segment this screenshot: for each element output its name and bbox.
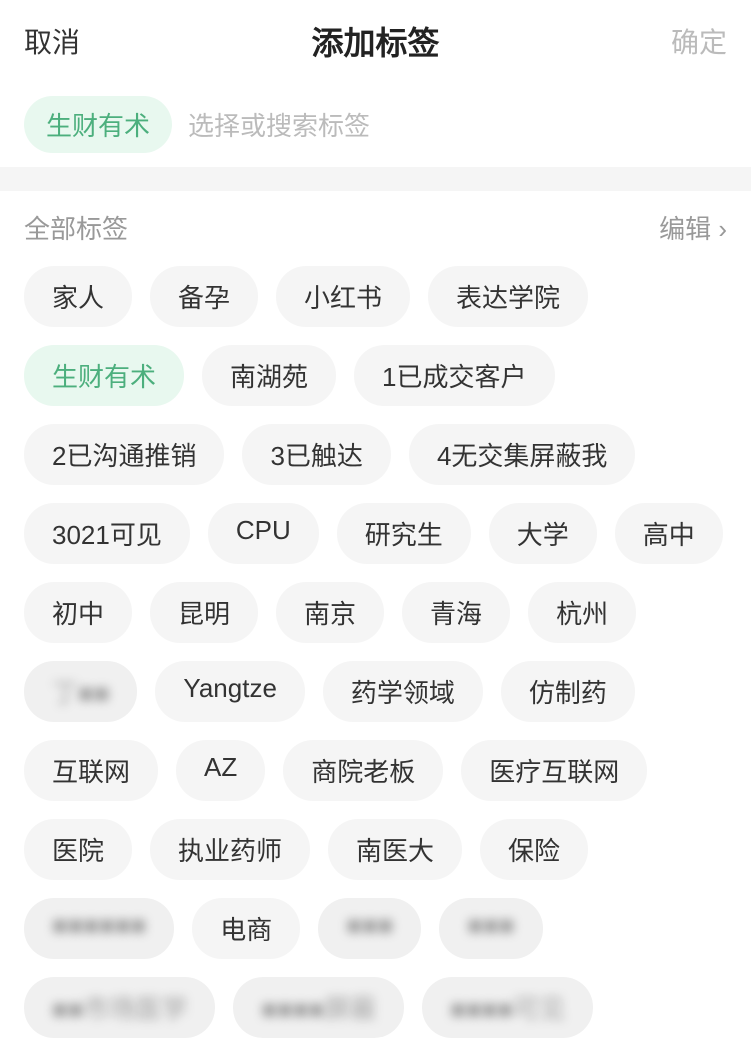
tag-item[interactable]: 保险 — [480, 819, 588, 880]
tag-item[interactable]: 药学领域 — [323, 661, 483, 722]
tag-item[interactable]: 家人 — [24, 266, 132, 327]
search-placeholder[interactable]: 选择或搜索标签 — [188, 106, 370, 143]
tags-container: 家人备孕小红书表达学院生财有术南湖苑 1已成交客户 2已沟通推销 3已触达 4无交集屏蔽… — [24, 266, 727, 1038]
tag-item[interactable]: 商院老板 — [283, 740, 443, 801]
tag-item[interactable]: 研究生 — [337, 503, 471, 564]
tag-item[interactable]: 小红书 — [276, 266, 410, 327]
tag-item[interactable]: AZ — [176, 740, 265, 801]
tag-item[interactable]: 2已沟通推销 — [24, 424, 224, 485]
tag-item[interactable]: ■■■■■■ — [24, 898, 174, 959]
tag-item[interactable]: 医院 — [24, 819, 132, 880]
page-title: 添加标签 — [311, 18, 439, 64]
tag-item[interactable]: 南湖苑 — [202, 345, 336, 406]
tag-item[interactable]: 丁■■ — [24, 661, 137, 722]
tag-item[interactable]: CPU — [208, 503, 319, 564]
tag-item[interactable]: 高中 — [615, 503, 723, 564]
tag-item[interactable]: 执业药师 — [150, 819, 310, 880]
tag-item[interactable]: 南医大 — [328, 819, 462, 880]
tag-item[interactable]: ■■■ — [439, 898, 542, 959]
tag-item[interactable]: 3021可见 — [24, 503, 190, 564]
tag-item[interactable]: ■■■ — [318, 898, 421, 959]
header: 取消 添加标签 确定 — [0, 0, 751, 82]
tag-item[interactable]: ■■■■屏蔽 — [233, 977, 404, 1038]
tag-item[interactable]: 初中 — [24, 582, 132, 643]
tag-item[interactable]: 备孕 — [150, 266, 258, 327]
search-bar: 生财有术 选择或搜索标签 — [0, 82, 751, 167]
tag-item[interactable]: 生财有术 — [24, 345, 184, 406]
tag-item[interactable]: 表达学院 — [428, 266, 588, 327]
tag-item[interactable]: 医疗互联网 — [461, 740, 647, 801]
cancel-button[interactable]: 取消 — [24, 21, 80, 61]
tag-item[interactable]: ■■■■可见 — [422, 977, 593, 1038]
tag-item[interactable]: 南京 — [276, 582, 384, 643]
tag-item[interactable]: 大学 — [489, 503, 597, 564]
edit-button[interactable]: 编辑 › — [659, 209, 727, 246]
tag-item[interactable]: 电商 — [192, 898, 300, 959]
divider — [0, 179, 751, 191]
tag-item[interactable]: 互联网 — [24, 740, 158, 801]
section-header: 全部标签 编辑 › — [24, 209, 727, 246]
selected-tag[interactable]: 生财有术 — [24, 96, 172, 153]
confirm-button[interactable]: 确定 — [671, 21, 727, 61]
tag-item[interactable]: 青海 — [402, 582, 510, 643]
tag-item[interactable]: 4无交集屏蔽我 — [409, 424, 635, 485]
tag-item[interactable]: 昆明 — [150, 582, 258, 643]
tag-item[interactable]: 杭州 — [528, 582, 636, 643]
tag-item[interactable]: Yangtze — [155, 661, 304, 722]
tag-item[interactable]: 3已触达 — [242, 424, 390, 485]
section-title: 全部标签 — [24, 209, 128, 246]
tag-item[interactable]: 仿制药 — [501, 661, 635, 722]
tag-item[interactable]: 1已成交客户 — [354, 345, 554, 406]
tag-item[interactable]: ■■市场医学 — [24, 977, 215, 1038]
all-tags-section: 全部标签 编辑 › 家人备孕小红书表达学院生财有术南湖苑 1已成交客户 2已沟通推销… — [0, 191, 751, 1056]
